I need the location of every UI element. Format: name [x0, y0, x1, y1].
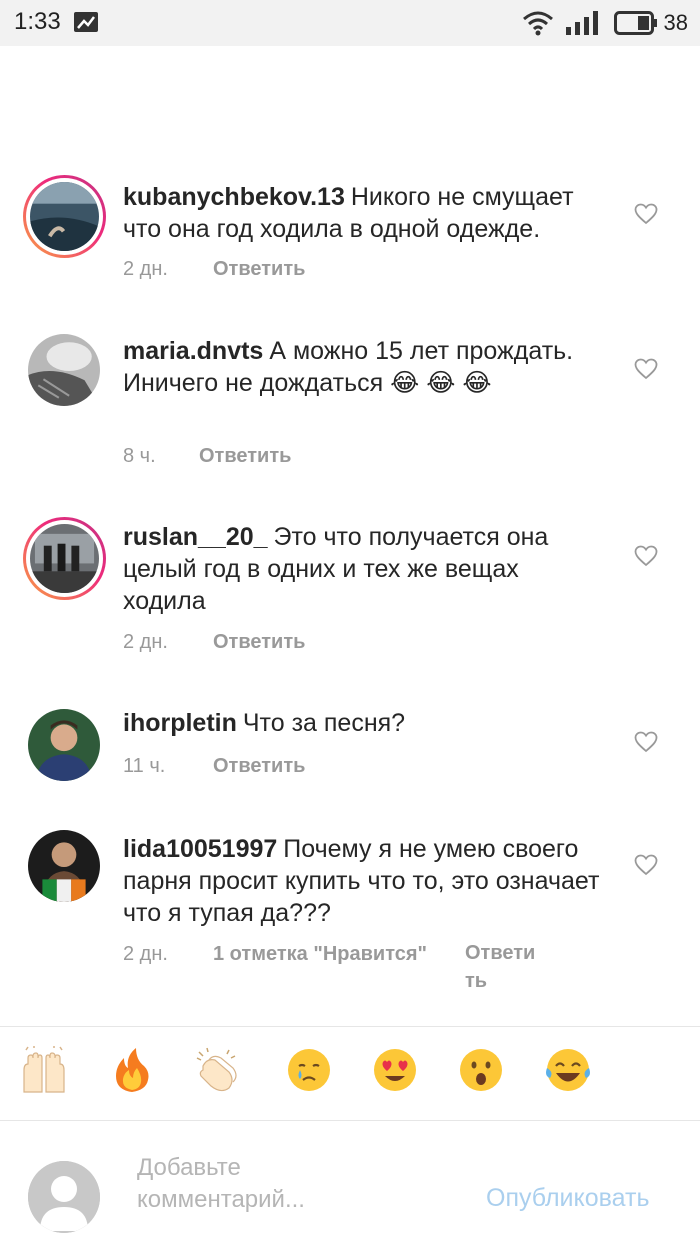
comment-body: lida10051997 Почему я не умею своего парн… — [123, 833, 603, 929]
avatar-image — [28, 709, 100, 781]
heart-eyes-emoji[interactable] — [371, 1046, 419, 1094]
avatar-image — [28, 334, 100, 406]
divider — [0, 1120, 700, 1121]
battery-icon — [613, 11, 657, 35]
comment-meta: 2 дн. 1 отметка "Нравится" Ответи ть — [123, 942, 555, 995]
comment-username[interactable]: kubanychbekov.13 — [123, 183, 345, 211]
heart-icon[interactable] — [634, 731, 658, 753]
heart-icon[interactable] — [634, 358, 658, 380]
battery-level: 38 — [663, 10, 688, 35]
comment-time: 11 ч. — [123, 755, 166, 777]
reply-button[interactable]: Ответить — [199, 445, 291, 468]
heart-icon[interactable] — [634, 854, 658, 876]
comment-text: Что за песня? — [242, 709, 406, 737]
comment-username[interactable]: ruslan__20_ — [123, 523, 268, 551]
current-user-avatar — [28, 1161, 100, 1233]
comment-body: ruslan__20_ Это что получается она целый … — [123, 521, 603, 617]
emoji-bar — [0, 1046, 700, 1106]
comment-meta: 8 ч. Ответить — [123, 445, 291, 468]
avatar[interactable] — [23, 175, 106, 258]
comment-body: kubanychbekov.13 Никого не смущает что он… — [123, 181, 603, 245]
avatar-image — [28, 830, 100, 902]
comment-meta: 2 дн. Ответить — [123, 258, 305, 281]
avatar-image — [30, 182, 99, 251]
comment-meta: 11 ч. Ответить — [123, 755, 305, 778]
status-bar: 1:33 38 — [0, 0, 700, 46]
signal-icon — [565, 11, 598, 35]
comment-time: 2 дн. — [123, 258, 168, 280]
avatar[interactable] — [28, 709, 100, 781]
comment-time: 2 дн. — [123, 943, 168, 965]
reply-label-line2: ть — [465, 970, 488, 992]
comment-input-placeholder-line1: Добавьте — [137, 1154, 241, 1181]
reply-label-line1: Ответи — [465, 942, 536, 964]
comment-username[interactable]: maria.dnvts — [123, 337, 263, 365]
reply-button[interactable]: Ответить — [213, 258, 305, 281]
clapping-hands-emoji[interactable] — [193, 1046, 241, 1094]
comment-username[interactable]: ihorpletin — [123, 709, 237, 737]
publish-button[interactable]: Опубликовать — [486, 1184, 649, 1213]
avatar[interactable] — [28, 830, 100, 902]
reply-button[interactable]: Ответить — [213, 755, 305, 778]
default-avatar-icon — [28, 1161, 100, 1233]
comment-meta: 2 дн. Ответить — [123, 631, 305, 654]
fire-emoji[interactable] — [108, 1046, 156, 1094]
notification-icon — [74, 12, 98, 32]
comment-body: maria.dnvts А можно 15 лет прождать. Инич… — [123, 335, 603, 399]
wifi-icon — [522, 11, 553, 36]
reply-button[interactable]: Ответить — [213, 631, 305, 654]
reply-button[interactable]: Ответи ть — [465, 939, 555, 995]
heart-icon[interactable] — [634, 203, 658, 225]
comment-input-placeholder-line2: комментарий... — [137, 1186, 305, 1213]
likes-count[interactable]: 1 отметка "Нравится" — [213, 943, 427, 995]
status-time: 1:33 — [14, 8, 61, 35]
crying-face-emoji[interactable] — [285, 1046, 333, 1094]
comment-time: 8 ч. — [123, 445, 156, 467]
tears-of-joy-emoji[interactable] — [544, 1046, 592, 1094]
comment-username[interactable]: lida10051997 — [123, 835, 277, 863]
surprised-face-emoji[interactable] — [457, 1046, 505, 1094]
comment-input[interactable]: Добавьте комментарий... — [137, 1152, 437, 1216]
avatar[interactable] — [28, 334, 100, 406]
comment-body: ihorpletin Что за песня? — [123, 707, 603, 739]
divider — [0, 1026, 700, 1027]
avatar-image — [30, 524, 99, 593]
avatar[interactable] — [23, 517, 106, 600]
raising-hands-emoji[interactable] — [20, 1046, 68, 1094]
heart-icon[interactable] — [634, 545, 658, 567]
comment-time: 2 дн. — [123, 631, 168, 653]
